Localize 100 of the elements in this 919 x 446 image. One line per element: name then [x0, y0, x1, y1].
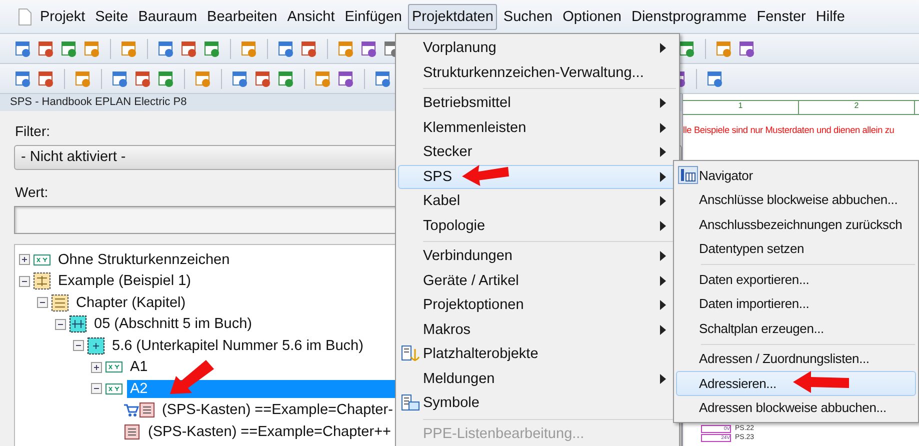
menu-bar-item[interactable]: Bauraum	[134, 4, 202, 30]
menu-item[interactable]: Topologie	[398, 214, 677, 238]
structure-icon	[69, 315, 87, 334]
toolbar-icon[interactable]	[111, 70, 129, 88]
toolbar-icon[interactable]	[715, 40, 733, 58]
tree-item[interactable]: Chapter (Kapitel)	[73, 294, 189, 312]
menu-bar-item[interactable]: Bearbeiten	[203, 4, 282, 30]
submenu-arrow-icon	[660, 172, 666, 182]
toolbar-icon[interactable]	[231, 70, 249, 88]
toolbar-icon[interactable]	[74, 70, 92, 88]
submenu-arrow-icon	[660, 98, 666, 108]
menu-item[interactable]: Symbole	[398, 391, 677, 416]
toolbar-icon[interactable]	[120, 40, 138, 58]
toolbar-icon[interactable]	[337, 40, 355, 58]
menu-bar-item[interactable]: Dienstprogramme	[627, 4, 751, 30]
menu-item[interactable]: Adressen blockweise abbuchen...	[676, 396, 916, 420]
menu-bar-item[interactable]: Projekt	[36, 4, 90, 30]
menu-bar-item[interactable]: Hilfe	[812, 4, 849, 30]
toolbar-icon[interactable]	[37, 70, 55, 88]
tree-item[interactable]: Example (Beispiel 1)	[55, 272, 194, 290]
menu-item[interactable]: Klemmenleisten	[398, 116, 677, 140]
menu-item[interactable]: Meldungen	[398, 366, 677, 391]
menu-item[interactable]: Geräte / Artikel	[398, 268, 677, 293]
menu-bar-item[interactable]: Ansicht	[283, 4, 339, 30]
annotation-arrow	[462, 163, 510, 186]
toolbar-icon[interactable]	[60, 40, 78, 58]
toolbar-icon[interactable]	[240, 40, 258, 58]
submenu-arrow-icon	[660, 251, 666, 262]
menu-item[interactable]: Strukturkennzeichen-Verwaltung...	[398, 60, 677, 85]
collapse-icon[interactable]	[19, 276, 30, 287]
menu-item[interactable]: Anschlüsse blockweise abbuchen...	[676, 188, 916, 212]
expand-icon[interactable]	[91, 362, 102, 373]
tree-item[interactable]: (SPS-Kasten) ==Example=Chapter-	[159, 401, 396, 420]
toolbar-icon[interactable]	[374, 70, 392, 88]
submenu-arrow-icon	[660, 300, 666, 310]
toolbar-icon[interactable]	[360, 40, 378, 58]
toolbar-icon[interactable]	[194, 70, 212, 88]
tree-item[interactable]: Ohne Strukturkennzeichen	[55, 250, 233, 269]
navigator-icon	[678, 166, 698, 184]
toolbar-icon[interactable]	[254, 70, 272, 88]
toolbar-icon[interactable]	[738, 40, 756, 58]
menu-item[interactable]: Kabel	[398, 189, 677, 214]
menu-bar-item[interactable]: Suchen	[499, 4, 557, 30]
toolbar-icon[interactable]	[277, 40, 295, 58]
menu-item[interactable]: Datentypen setzen	[676, 236, 916, 261]
submenu-arrow-icon	[660, 374, 666, 384]
annotation-arrow	[170, 360, 214, 394]
collapse-icon[interactable]	[91, 383, 102, 394]
toolbar-icon[interactable]	[157, 40, 175, 58]
toolbar-icon[interactable]	[300, 40, 318, 58]
toolbar-icon[interactable]	[83, 40, 101, 58]
toolbar-icon[interactable]	[203, 40, 221, 58]
menu-bar-item[interactable]: Seite	[91, 4, 132, 30]
toolbar-icon[interactable]	[14, 40, 32, 58]
submenu-arrow-icon	[660, 276, 666, 286]
submenu-arrow-icon	[660, 122, 666, 133]
column-number: 2	[799, 101, 915, 114]
toolbar-icon[interactable]	[277, 70, 295, 88]
toolbar-icon[interactable]	[706, 70, 724, 88]
document-icon	[18, 8, 32, 26]
menu-item[interactable]: Daten importieren...	[676, 292, 916, 316]
collapse-icon[interactable]	[37, 297, 48, 308]
value-label: Wert:	[15, 184, 48, 200]
expand-icon[interactable]	[19, 254, 30, 266]
submenu-arrow-icon	[660, 324, 666, 335]
notice-text: lle Beispiele sind nur Musterdaten und dienen allein zu	[683, 125, 894, 135]
tree-item[interactable]: 5.6 (Unterkapitel Nummer 5.6 im Buch)	[109, 336, 366, 355]
tree-item[interactable]: (SPS-Kasten) ==Example=Chapter++	[145, 422, 394, 441]
menu-item[interactable]: Projektoptionen	[398, 293, 677, 318]
menu-item[interactable]: Platzhalterobjekte	[398, 342, 677, 366]
tree-item[interactable]: 05 (Abschnitt 5 im Buch)	[91, 315, 255, 334]
toolbar-icon[interactable]	[134, 70, 152, 88]
menu-item[interactable]: Schaltplan erzeugen...	[676, 316, 916, 340]
menu-bar-item[interactable]: Einfügen	[340, 4, 406, 30]
structure-icon	[51, 294, 69, 312]
menu-bar-item[interactable]: Optionen	[558, 4, 626, 30]
toolbar-icon[interactable]	[37, 40, 55, 58]
menu-bar-item[interactable]: Projektdaten	[408, 4, 498, 30]
toolbar-icon[interactable]	[337, 70, 355, 88]
menu-item[interactable]: Makros	[398, 318, 677, 342]
toolbar-icon[interactable]	[14, 70, 32, 88]
cart-box-icon	[123, 401, 155, 420]
annotation-arrow	[793, 371, 849, 393]
column-number: 1	[683, 101, 799, 114]
filter-label: Filter:	[15, 123, 50, 139]
toolbar-icon[interactable]	[180, 40, 198, 58]
collapse-icon[interactable]	[73, 340, 84, 352]
toolbar-icon[interactable]	[157, 70, 175, 88]
submenu-arrow-icon	[660, 147, 666, 158]
structure-icon	[87, 336, 105, 355]
submenu-arrow-icon	[660, 43, 666, 54]
menu-item[interactable]: Anschlussbezeichnungen zurücksch	[676, 212, 916, 236]
submenu-arrow-icon	[660, 220, 666, 231]
toolbar-icon[interactable]	[314, 70, 332, 88]
tree-item[interactable]: A1	[127, 358, 151, 376]
menu-item[interactable]: Adressieren...	[676, 371, 916, 396]
menu-bar-item[interactable]: Fenster	[752, 4, 810, 30]
toolbar-icon[interactable]	[678, 40, 696, 58]
collapse-icon[interactable]	[55, 318, 66, 330]
submenu-arrow-icon	[660, 196, 666, 206]
